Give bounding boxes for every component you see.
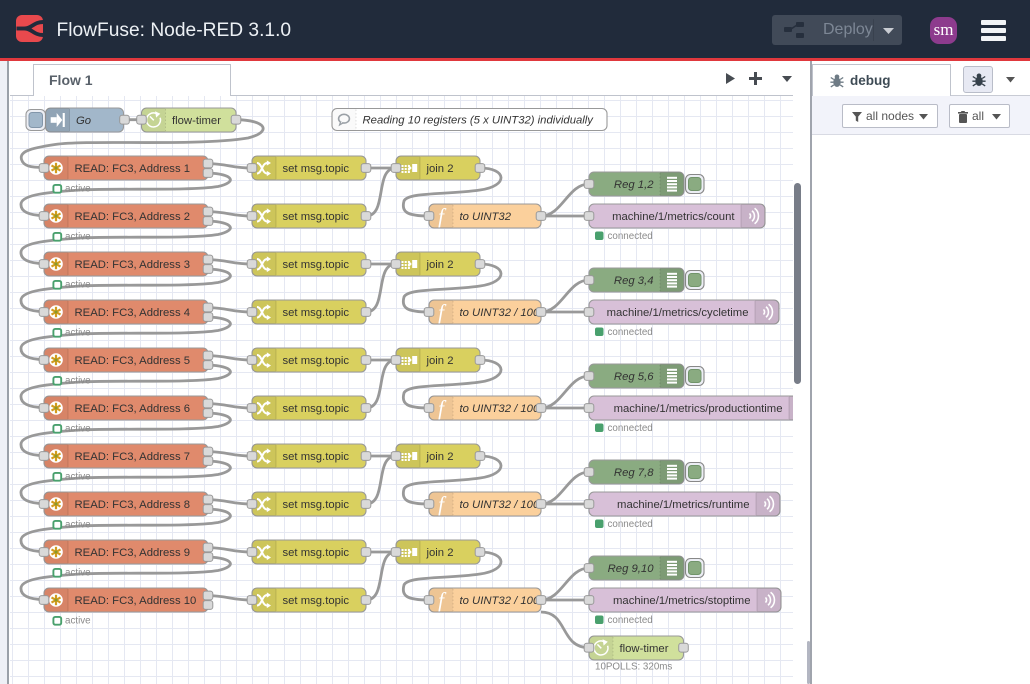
svg-text:machine/1/metrics/count: machine/1/metrics/count [612, 211, 735, 223]
svg-text:READ: FC3, Address 10: READ: FC3, Address 10 [75, 595, 197, 607]
svg-text:Reg 9,10: Reg 9,10 [608, 563, 655, 575]
svg-text:READ: FC3, Address 6: READ: FC3, Address 6 [75, 403, 191, 415]
svg-text:active: active [65, 232, 91, 243]
svg-text:set msg.topic: set msg.topic [283, 307, 350, 319]
svg-text:connected: connected [608, 519, 653, 530]
svg-text:set msg.topic: set msg.topic [283, 355, 350, 367]
svg-text:READ: FC3, Address 7: READ: FC3, Address 7 [75, 451, 191, 463]
svg-text:Reg 3,4: Reg 3,4 [614, 275, 654, 287]
svg-text:to UINT32 / 100: to UINT32 / 100 [460, 499, 540, 511]
svg-text:machine/1/metrics/cycletime: machine/1/metrics/cycletime [607, 307, 749, 319]
svg-text:Reg 5,6: Reg 5,6 [614, 371, 654, 383]
svg-text:active: active [65, 472, 91, 483]
svg-text:connected: connected [608, 615, 653, 626]
svg-text:to UINT32: to UINT32 [460, 211, 512, 223]
svg-text:active: active [65, 616, 91, 627]
svg-text:join 2: join 2 [426, 451, 454, 463]
svg-text:READ: FC3, Address 9: READ: FC3, Address 9 [75, 547, 191, 559]
svg-text:READ: FC3, Address 1: READ: FC3, Address 1 [75, 163, 191, 175]
svg-text:join 2: join 2 [426, 547, 454, 559]
svg-text:to UINT32 / 100: to UINT32 / 100 [460, 403, 540, 415]
svg-text:READ: FC3, Address 4: READ: FC3, Address 4 [75, 307, 191, 319]
svg-text:to UINT32 / 100: to UINT32 / 100 [460, 595, 540, 607]
svg-text:READ: FC3, Address 3: READ: FC3, Address 3 [75, 259, 191, 271]
svg-text:join 2: join 2 [426, 355, 454, 367]
svg-text:set msg.topic: set msg.topic [283, 259, 350, 271]
svg-text:set msg.topic: set msg.topic [283, 547, 350, 559]
svg-text:join 2: join 2 [426, 163, 454, 175]
svg-text:Reg 7,8: Reg 7,8 [614, 467, 654, 479]
svg-text:set msg.topic: set msg.topic [283, 499, 350, 511]
svg-text:READ: FC3, Address 2: READ: FC3, Address 2 [75, 211, 191, 223]
svg-text:set msg.topic: set msg.topic [283, 451, 350, 463]
svg-text:set msg.topic: set msg.topic [283, 163, 350, 175]
svg-text:machine/1/metrics/runtime: machine/1/metrics/runtime [617, 499, 749, 511]
svg-text:active: active [65, 568, 91, 579]
svg-text:active: active [65, 376, 91, 387]
svg-text:active: active [65, 328, 91, 339]
svg-text:connected: connected [608, 423, 653, 434]
svg-text:READ: FC3, Address 8: READ: FC3, Address 8 [75, 499, 191, 511]
svg-text:active: active [65, 184, 91, 195]
svg-text:10POLLS: 320ms: 10POLLS: 320ms [595, 662, 672, 673]
svg-text:flow-timer: flow-timer [172, 115, 221, 127]
svg-text:Go: Go [76, 115, 91, 127]
svg-text:active: active [65, 424, 91, 435]
svg-text:connected: connected [608, 327, 653, 338]
svg-text:connected: connected [608, 231, 653, 242]
svg-text:Reading 10 registers (5 x UINT: Reading 10 registers (5 x UINT32) indivi… [363, 115, 595, 127]
svg-text:set msg.topic: set msg.topic [283, 403, 350, 415]
svg-text:flow-timer: flow-timer [620, 643, 669, 655]
svg-text:active: active [65, 280, 91, 291]
svg-text:to UINT32 / 100: to UINT32 / 100 [460, 307, 540, 319]
svg-text:Reg 1,2: Reg 1,2 [614, 179, 654, 191]
svg-text:machine/1/metrics/productionti: machine/1/metrics/productiontime [614, 403, 783, 415]
svg-text:machine/1/metrics/stoptime: machine/1/metrics/stoptime [613, 595, 751, 607]
svg-text:set msg.topic: set msg.topic [283, 595, 350, 607]
svg-text:set msg.topic: set msg.topic [283, 211, 350, 223]
svg-text:active: active [65, 520, 91, 531]
svg-text:READ: FC3, Address 5: READ: FC3, Address 5 [75, 355, 191, 367]
svg-text:join 2: join 2 [426, 259, 454, 271]
